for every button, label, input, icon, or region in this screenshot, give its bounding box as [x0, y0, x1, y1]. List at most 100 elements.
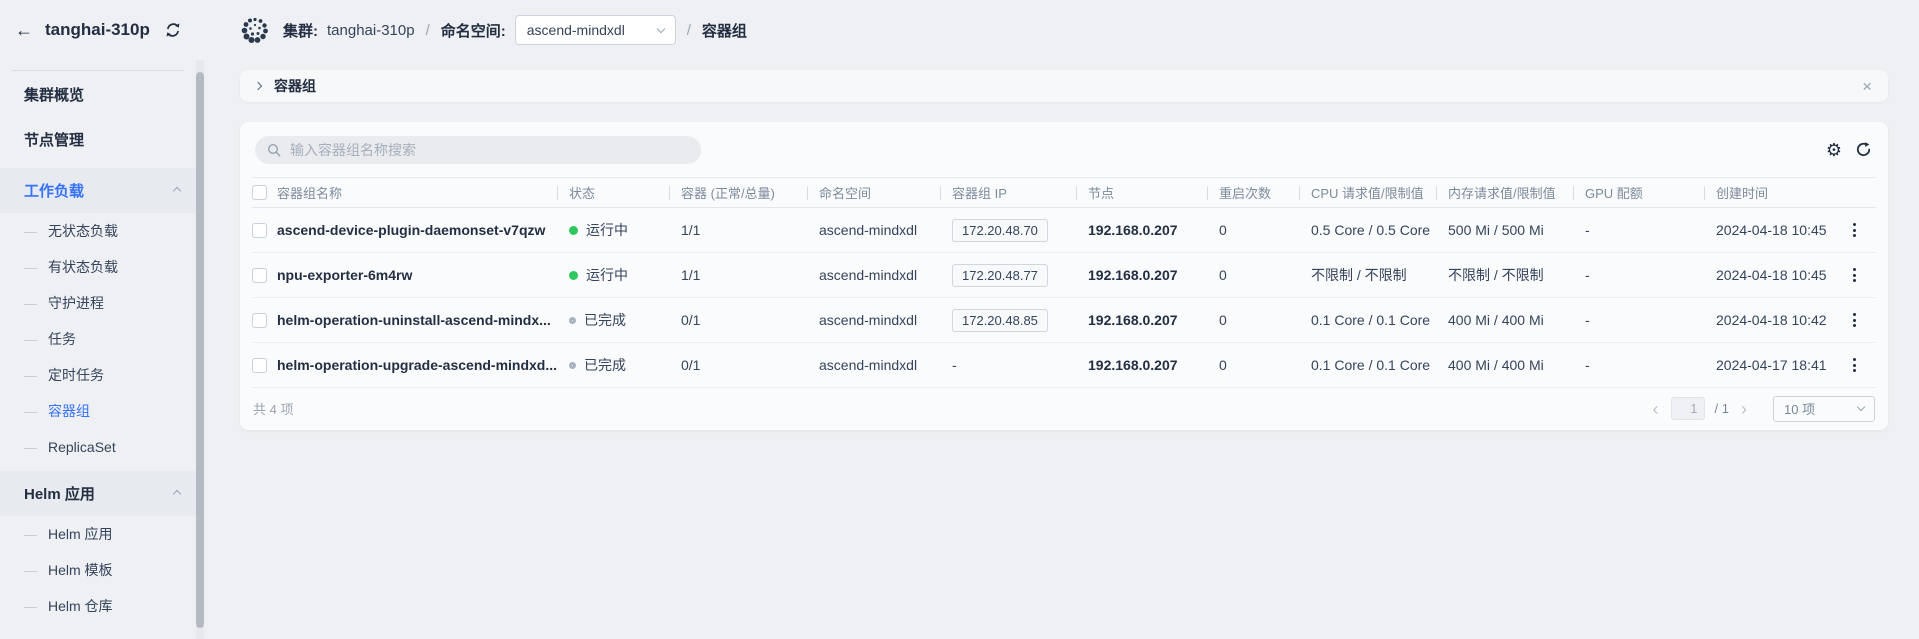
pod-cpu: 0.1 Core / 0.1 Core — [1299, 357, 1436, 373]
sidebar-item-workloads[interactable]: 工作负载 — [0, 168, 196, 213]
sidebar-item-helm-apps[interactable]: —Helm 应用 — [0, 516, 196, 552]
sub-item-dash: — — [24, 332, 37, 347]
pod-restarts: 0 — [1207, 222, 1299, 238]
sub-item-dash: — — [24, 527, 37, 542]
col-header-restarts: 重启次数 — [1207, 183, 1299, 202]
col-header-cpu: CPU 请求值/限制值 — [1299, 183, 1436, 202]
sidebar-item-label: 守护进程 — [48, 293, 104, 313]
row-checkbox[interactable] — [252, 268, 267, 283]
back-button[interactable]: ← — [15, 21, 33, 39]
pod-status: 已完成 — [557, 355, 669, 375]
sidebar-item-replicaset[interactable]: —ReplicaSet — [0, 429, 196, 465]
table-toolbar: ⚙ — [240, 122, 1888, 177]
pods-panel-bar: 容器组 × — [240, 70, 1888, 102]
sidebar-item-helm-repos[interactable]: —Helm 仓库 — [0, 588, 196, 624]
pod-cpu: 0.1 Core / 0.1 Core — [1299, 312, 1436, 328]
namespace-select[interactable]: ascend-mindxdl — [515, 15, 676, 45]
chevron-down-icon — [657, 24, 665, 32]
pod-name[interactable]: helm-operation-upgrade-ascend-mindxd... — [277, 357, 557, 373]
pod-ip: 172.20.48.85 — [940, 309, 1076, 332]
pod-node: 192.168.0.207 — [1076, 267, 1207, 283]
col-header-containers: 容器 (正常/总量) — [669, 183, 807, 202]
sidebar-item-label: Helm 仓库 — [48, 596, 113, 616]
status-label: 已完成 — [584, 355, 626, 375]
cluster-label: 集群: — [283, 20, 318, 41]
pod-created: 2024-04-18 10:42 — [1704, 312, 1832, 328]
sidebar-item-label: 集群概览 — [24, 84, 84, 105]
status-icon — [569, 226, 578, 235]
sub-item-dash: — — [24, 224, 37, 239]
col-header-name: 容器组名称 — [277, 183, 557, 202]
status-label: 已完成 — [584, 310, 626, 330]
col-header-pod-ip: 容器组 IP — [940, 183, 1076, 202]
more-actions-icon[interactable] — [1847, 354, 1862, 376]
app-window: ← tanghai-310p 集群概览节点管理工作负载—无状态负载—有状态负载—… — [0, 0, 1919, 639]
next-page-icon[interactable]: › — [1739, 400, 1749, 418]
col-header-created: 创建时间 — [1704, 183, 1832, 202]
breadcrumb-page: 容器组 — [702, 20, 747, 41]
sidebar-item-node-management[interactable]: 节点管理 — [0, 117, 196, 162]
search-input[interactable] — [290, 142, 689, 158]
more-actions-icon[interactable] — [1847, 309, 1862, 331]
sidebar-item-label: 无状态负载 — [48, 221, 118, 241]
pod-status: 运行中 — [557, 265, 669, 285]
status-icon — [569, 271, 578, 280]
pod-ip: - — [940, 357, 1076, 373]
namespace-label: 命名空间: — [441, 20, 506, 41]
row-checkbox[interactable] — [252, 358, 267, 373]
pod-ip-value: 172.20.48.70 — [952, 219, 1048, 242]
switch-cluster-icon[interactable] — [164, 21, 182, 39]
chevron-up-icon — [173, 186, 181, 194]
row-checkbox[interactable] — [252, 223, 267, 238]
page-number-input[interactable] — [1671, 397, 1705, 420]
search-box — [255, 136, 701, 164]
prev-page-icon[interactable]: ‹ — [1651, 400, 1661, 418]
sidebar-item-label: 工作负载 — [24, 180, 84, 201]
pod-cpu: 不限制 / 不限制 — [1299, 265, 1436, 285]
panel-collapse-icon[interactable] — [254, 82, 262, 90]
sidebar-scrollbar-thumb[interactable] — [196, 72, 204, 628]
pod-name[interactable]: ascend-device-plugin-daemonset-v7qzw — [277, 222, 557, 238]
pod-name[interactable]: npu-exporter-6m4rw — [277, 267, 557, 283]
page-size-select[interactable]: 10 项 — [1773, 396, 1875, 422]
sidebar-item-label: 有状态负载 — [48, 257, 118, 277]
table-row: helm-operation-upgrade-ascend-mindxd... … — [252, 343, 1876, 388]
page-total: / 1 — [1715, 401, 1729, 416]
col-header-status: 状态 — [557, 183, 669, 202]
pod-containers: 0/1 — [669, 357, 807, 373]
sidebar-item-label: 节点管理 — [24, 129, 84, 150]
cluster-title: tanghai-310p — [45, 20, 152, 40]
more-actions-icon[interactable] — [1847, 264, 1862, 286]
select-all-checkbox[interactable] — [252, 185, 267, 200]
row-checkbox[interactable] — [252, 313, 267, 328]
sidebar-item-cluster-overview[interactable]: 集群概览 — [0, 72, 196, 117]
sidebar-item-jobs[interactable]: —任务 — [0, 321, 196, 357]
pod-memory: 不限制 / 不限制 — [1436, 265, 1573, 285]
pod-ip: 172.20.48.70 — [940, 219, 1076, 242]
sidebar-item-stateless[interactable]: — 无状态负载 — [0, 213, 196, 249]
table-body: ascend-device-plugin-daemonset-v7qzw 运行中… — [252, 208, 1876, 388]
sidebar-item-stateful[interactable]: —有状态负载 — [0, 249, 196, 285]
column-settings-icon[interactable]: ⚙ — [1826, 141, 1842, 159]
pods-table: 容器组名称 状态 容器 (正常/总量) 命名空间 容器组 IP 节点 重启次数 … — [252, 177, 1876, 388]
sidebar-item-cronjobs[interactable]: —定时任务 — [0, 357, 196, 393]
pod-status: 已完成 — [557, 310, 669, 330]
pod-containers: 1/1 — [669, 267, 807, 283]
sub-item-dash: — — [24, 296, 37, 311]
table-header: 容器组名称 状态 容器 (正常/总量) 命名空间 容器组 IP 节点 重启次数 … — [252, 177, 1876, 208]
more-actions-icon[interactable] — [1847, 219, 1862, 241]
pod-status: 运行中 — [557, 220, 669, 240]
sidebar-scrollbar-track — [196, 60, 204, 639]
sidebar-item-daemonset[interactable]: — 守护进程 — [0, 285, 196, 321]
pod-containers: 0/1 — [669, 312, 807, 328]
sidebar-item-pods[interactable]: —容器组 — [0, 393, 196, 429]
sidebar-item-label: Helm 模板 — [48, 560, 113, 580]
sub-item-dash: — — [24, 440, 37, 455]
pod-name[interactable]: helm-operation-uninstall-ascend-mindx... — [277, 312, 557, 328]
pod-memory: 400 Mi / 400 Mi — [1436, 312, 1573, 328]
sub-item-dash: — — [24, 368, 37, 383]
sidebar-item-helm-section[interactable]: Helm 应用 — [0, 471, 196, 516]
sidebar-item-helm-templates[interactable]: —Helm 模板 — [0, 552, 196, 588]
panel-close-icon[interactable]: × — [1862, 78, 1872, 95]
refresh-icon[interactable] — [1855, 141, 1872, 158]
